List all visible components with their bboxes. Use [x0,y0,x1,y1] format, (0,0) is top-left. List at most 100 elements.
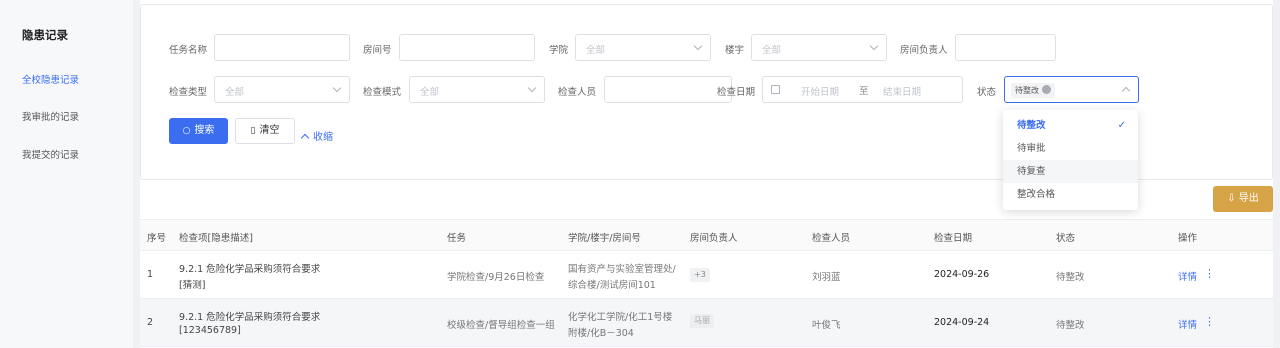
search-button-label: 搜索 [194,125,215,136]
row-task: 校级检查/督导组检查一组 [447,320,555,331]
check-type-select[interactable]: 全部 [214,76,350,103]
col-check-date: 检查日期 [934,233,973,244]
more-icon[interactable]: ⋮ [1204,267,1215,280]
status-option-qualified[interactable]: 整改合格 [1003,183,1138,206]
row-owner-chip[interactable]: 马丽 [690,314,714,328]
col-inspector: 检查人员 [812,233,851,244]
end-date-placeholder: 结束日期 [883,87,922,98]
row-owner-chip[interactable]: +3 [690,268,710,282]
col-index: 序号 [147,233,167,244]
sidebar: 隐患记录 全校隐患记录 我审批的记录 我提交的记录 [0,0,133,348]
col-room-owner: 房间负责人 [690,233,738,244]
building-select[interactable]: 全部 [751,34,887,61]
chevron-up-icon [1121,86,1131,96]
status-option-pending-review[interactable]: 待复查 [1003,160,1138,183]
row-task: 学院检查/9月26日检查 [447,272,545,283]
check-date-label: 检查日期 [717,87,756,98]
task-name-label: 任务名称 [169,45,208,56]
table-header: 序号 检查项[隐患描述] 任务 学院/楼宇/房间号 房间负责人 检查人员 检查日… [140,219,1273,251]
row-check-item-note: [123456789] [179,325,241,336]
table-row: 1 9.2.1 危险化学品采购须符合要求 [猜测] 学院检查/9月26日检查 国… [140,251,1273,299]
room-owner-input[interactable] [955,34,1056,61]
row-inspector: 刘羽蓝 [812,272,841,283]
collapse-label: 收缩 [313,132,333,143]
row-location-2: 附楼/化B－304 [568,328,634,339]
chevron-down-icon [332,83,342,93]
row-status: 待整改 [1056,272,1085,283]
row-index: 2 [147,317,154,328]
clear-button-label: 清空 [259,125,280,136]
date-separator: 至 [859,86,869,97]
row-detail-link[interactable]: 详情 [1178,269,1197,283]
download-icon: ⇩ [1227,193,1239,204]
search-button[interactable]: ○ 搜索 [169,118,228,144]
row-inspector: 叶俊飞 [812,320,841,331]
college-label: 学院 [549,45,569,56]
status-option-label: 整改合格 [1017,189,1056,200]
collapse-toggle[interactable]: 收缩 [300,128,333,143]
check-date-range-picker[interactable]: 开始日期 至 结束日期 [762,76,963,103]
check-mode-label: 检查模式 [363,87,402,98]
college-select[interactable]: 全部 [575,34,711,61]
row-date: 2024-09-26 [934,269,990,280]
start-date-placeholder: 开始日期 [801,87,840,98]
status-label: 状态 [977,87,997,98]
row-date: 2024-09-24 [934,317,990,328]
row-check-item-note: [猜测] [179,280,206,291]
col-location: 学院/楼宇/房间号 [568,233,641,244]
row-check-item: 9.2.1 危险化学品采购须符合要求 [179,312,321,323]
col-check-item: 检查项[隐患描述] [179,233,253,244]
export-button-label: 导出 [1238,193,1259,204]
building-label: 楼宇 [725,45,745,56]
export-button[interactable]: ⇩ 导出 [1213,186,1273,212]
check-mode-select-placeholder: 全部 [420,87,440,98]
building-select-placeholder: 全部 [762,45,782,56]
check-mode-select[interactable]: 全部 [409,76,545,103]
row-location: 化学化工学院/化工1号楼 [568,312,673,323]
search-icon: ○ [182,126,191,136]
sidebar-item-my-approvals[interactable]: 我审批的记录 [22,109,79,123]
room-no-input[interactable] [399,34,535,61]
check-icon: ✓ [1117,120,1126,131]
row-index: 1 [147,269,154,280]
calendar-icon [771,85,780,94]
row-location-2: 综合楼/测试房间101 [568,280,656,291]
more-icon[interactable]: ⋮ [1204,315,1215,328]
row-detail-link[interactable]: 详情 [1178,317,1197,331]
task-name-input[interactable] [214,34,350,61]
inspector-label: 检查人员 [558,87,597,98]
clear-button[interactable]: ▯ 清空 [235,118,295,144]
sidebar-title: 隐患记录 [22,28,68,42]
room-owner-label: 房间负责人 [900,45,948,56]
status-tag[interactable]: 待整改 [1011,83,1055,98]
sidebar-item-all-records[interactable]: 全校隐患记录 [22,72,79,86]
sidebar-item-my-submissions[interactable]: 我提交的记录 [22,147,79,161]
chevron-up-icon [300,133,310,143]
check-type-select-placeholder: 全部 [225,87,245,98]
col-task: 任务 [447,233,467,244]
row-check-item: 9.2.1 危险化学品采购须符合要求 [179,264,321,275]
table-row: 2 9.2.1 危险化学品采购须符合要求 [123456789] 校级检查/督导… [140,299,1273,347]
col-actions: 操作 [1178,233,1198,244]
chevron-down-icon [693,41,703,51]
chevron-down-icon [869,41,879,51]
status-option-label: 待整改 [1017,120,1046,131]
trash-icon: ▯ [250,126,256,136]
status-option-label: 待复查 [1017,166,1046,177]
status-dropdown: 待整改 ✓ 待审批 待复查 整改合格 [1003,110,1138,210]
close-icon[interactable] [1042,85,1051,94]
status-select[interactable]: 待整改 [1004,76,1139,103]
row-location: 国有资产与实验室管理处/ [568,264,676,275]
row-status: 待整改 [1056,320,1085,331]
status-tag-label: 待整改 [1015,86,1039,95]
col-status: 状态 [1056,233,1076,244]
college-select-placeholder: 全部 [586,45,606,56]
chevron-down-icon [527,83,537,93]
room-no-label: 房间号 [363,45,392,56]
inspector-input[interactable] [604,76,732,103]
status-option-pending-rectify[interactable]: 待整改 ✓ [1003,114,1138,137]
app: 隐患记录 全校隐患记录 我审批的记录 我提交的记录 任务名称 房间号 学院 全部… [0,0,1280,348]
check-type-label: 检查类型 [169,87,208,98]
status-option-pending-approval[interactable]: 待审批 [1003,137,1138,160]
status-option-label: 待审批 [1017,143,1046,154]
